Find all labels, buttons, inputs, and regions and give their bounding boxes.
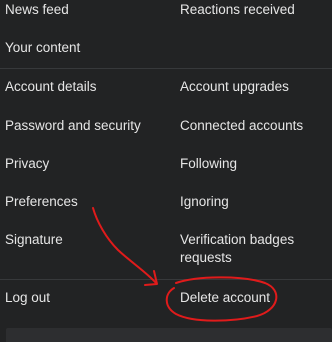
annotation-circle — [165, 276, 278, 322]
annotation-arrow — [92, 207, 157, 284]
annotation-overlay — [92, 207, 278, 322]
